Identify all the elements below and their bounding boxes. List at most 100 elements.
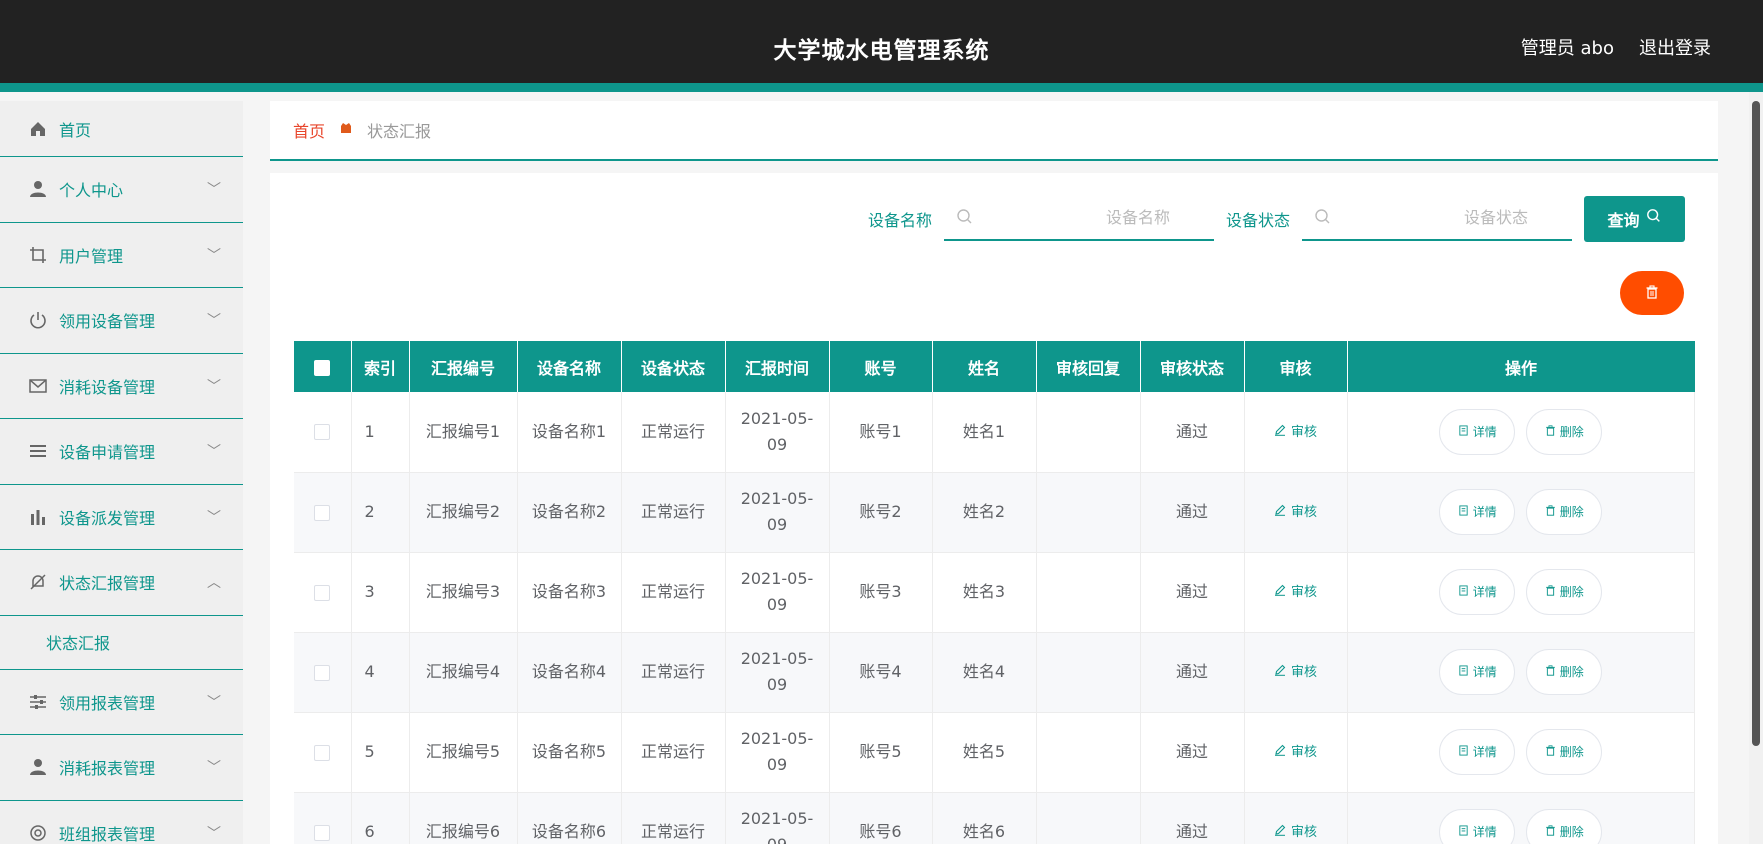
audit-reply-cell: [1036, 472, 1141, 553]
circle-icon: [27, 822, 49, 844]
bell-off-icon: [27, 571, 49, 593]
detail-button[interactable]: 详情: [1439, 489, 1516, 535]
table-header-row: 索引 汇报编号 设备名称 设备状态 汇报时间 账号 姓名 审核回复 审核状态 审…: [294, 341, 1695, 392]
detail-button[interactable]: 详情: [1439, 408, 1516, 455]
audit-button[interactable]: 审核: [1274, 420, 1317, 446]
row-checkbox[interactable]: [314, 584, 331, 601]
index-cell: 6: [351, 792, 410, 844]
breadcrumb-separator-icon: [339, 121, 353, 139]
sidebar-item-device-dispatch[interactable]: 设备派发管理 ﹀: [0, 485, 243, 550]
report-no-cell: 汇报编号1: [409, 392, 518, 473]
search-icon: [1314, 208, 1332, 226]
trash-icon: [1545, 579, 1556, 605]
detail-button[interactable]: 详情: [1439, 729, 1516, 775]
query-button-label: 查询: [1607, 212, 1640, 230]
select-all-checkbox[interactable]: [314, 359, 331, 376]
device-status-cell: 正常运行: [621, 472, 726, 553]
mail-icon: [27, 375, 49, 397]
sidebar-item-label: 首页: [59, 120, 92, 140]
sidebar-item-borrow-reports[interactable]: 领用报表管理 ﹀: [0, 670, 243, 735]
sidebar-item-borrow-devices[interactable]: 领用设备管理 ﹀: [0, 288, 243, 354]
list-icon: [27, 440, 49, 462]
chevron-down-icon: ﹀: [207, 182, 221, 199]
delete-button[interactable]: 删除: [1526, 809, 1603, 844]
sidebar-item-profile[interactable]: 个人中心 ﹀: [0, 157, 243, 223]
chevron-down-icon: ﹀: [207, 760, 221, 777]
audit-cell: 审核: [1244, 392, 1348, 473]
report-time-cell: 2021-05-09: [725, 792, 830, 844]
row-checkbox[interactable]: [314, 424, 331, 441]
sidebar-item-team-reports[interactable]: 班组报表管理 ﹀: [0, 801, 243, 844]
trash-icon: [1545, 659, 1556, 685]
row-checkbox[interactable]: [314, 504, 331, 521]
logout-link[interactable]: 退出登录: [1639, 34, 1711, 60]
column-header: 审核: [1244, 341, 1348, 392]
name-cell: 姓名1: [932, 392, 1037, 473]
sidebar-item-users[interactable]: 用户管理 ﹀: [0, 223, 243, 288]
audit-status-cell: 通过: [1140, 792, 1245, 844]
device-name-input[interactable]: [983, 196, 1204, 239]
sidebar-item-home[interactable]: 首页: [0, 101, 243, 157]
audit-button-label: 审核: [1290, 665, 1317, 680]
sliders-icon: [27, 691, 49, 713]
row-select-cell: [294, 392, 352, 473]
audit-button[interactable]: 审核: [1274, 820, 1317, 844]
report-no-cell: 汇报编号4: [409, 632, 518, 713]
index-cell: 4: [351, 632, 410, 713]
app-title: 大学城水电管理系统: [773, 38, 990, 64]
sidebar-item-label: 设备派发管理: [59, 508, 156, 528]
account-cell: 账号2: [829, 472, 933, 553]
column-header: 姓名: [932, 341, 1037, 392]
table-row: 6 汇报编号6 设备名称6 正常运行 2021-05-09 账号6 姓名6 通过…: [294, 792, 1695, 844]
scrollbar-thumb[interactable]: [1752, 101, 1760, 746]
row-select-cell: [294, 792, 352, 844]
audit-button[interactable]: 审核: [1274, 500, 1317, 526]
data-panel: 设备名称 设备状态 查询: [270, 173, 1718, 844]
delete-button[interactable]: 删除: [1526, 649, 1603, 695]
delete-button[interactable]: 删除: [1526, 729, 1603, 775]
actions-cell: 详情 删除: [1347, 712, 1695, 793]
audit-button[interactable]: 审核: [1274, 660, 1317, 686]
batch-delete-button[interactable]: [1620, 271, 1684, 315]
report-time-cell: 2021-05-09: [725, 392, 830, 473]
delete-button[interactable]: 删除: [1526, 489, 1603, 535]
submenu-label: 状态汇报: [46, 634, 111, 653]
device-name-cell: 设备名称5: [517, 712, 622, 793]
submenu-item-status-report[interactable]: 状态汇报: [0, 616, 243, 670]
row-checkbox[interactable]: [314, 824, 331, 841]
sidebar-item-label: 领用设备管理: [59, 312, 156, 332]
index-cell: 5: [351, 712, 410, 793]
row-checkbox[interactable]: [314, 664, 331, 681]
chevron-down-icon: ﹀: [207, 825, 221, 842]
sidebar-item-device-apply[interactable]: 设备申请管理 ﹀: [0, 419, 243, 485]
audit-button[interactable]: 审核: [1274, 740, 1317, 766]
delete-button[interactable]: 删除: [1526, 569, 1603, 615]
audit-button[interactable]: 审核: [1274, 580, 1317, 606]
row-checkbox[interactable]: [314, 744, 331, 761]
sidebar-item-consume-reports[interactable]: 消耗报表管理 ﹀: [0, 735, 243, 801]
power-icon: [27, 309, 49, 331]
detail-button[interactable]: 详情: [1439, 649, 1516, 695]
report-time-cell: 2021-05-09: [725, 712, 830, 793]
sidebar-item-status-report[interactable]: 状态汇报管理 ︿: [0, 550, 243, 616]
audit-button-label: 审核: [1290, 505, 1317, 520]
breadcrumb-home[interactable]: 首页: [293, 118, 325, 142]
trash-icon: [1545, 739, 1556, 765]
breadcrumb-current: 状态汇报: [367, 122, 432, 141]
device-status-cell: 正常运行: [621, 792, 726, 844]
detail-button[interactable]: 详情: [1439, 809, 1516, 844]
detail-button[interactable]: 详情: [1439, 569, 1516, 615]
sidebar-item-consume-devices[interactable]: 消耗设备管理 ﹀: [0, 354, 243, 419]
account-cell: 账号1: [829, 392, 933, 473]
device-status-input[interactable]: [1342, 196, 1562, 239]
column-header: 操作: [1347, 341, 1695, 392]
chevron-up-icon: ︿: [207, 575, 221, 592]
edit-icon: [1274, 740, 1286, 766]
edit-icon: [1274, 420, 1286, 446]
sidebar-item-label: 个人中心: [59, 181, 124, 201]
audit-status-cell: 通过: [1140, 552, 1245, 633]
detail-button-label: 详情: [1472, 585, 1497, 599]
query-button[interactable]: 查询: [1584, 195, 1685, 242]
audit-reply-cell: [1036, 792, 1141, 844]
delete-button[interactable]: 删除: [1526, 408, 1603, 455]
